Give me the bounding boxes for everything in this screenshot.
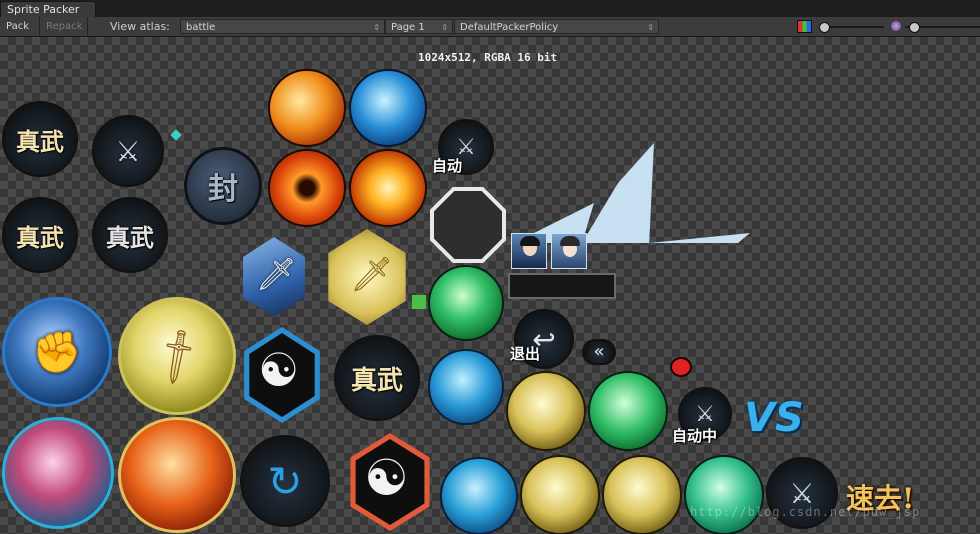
heroine-portrait-sprite — [551, 233, 587, 269]
hero-portrait-sprite — [511, 233, 547, 269]
sword-icon: 🗡 — [350, 255, 394, 295]
zhenwu-emblem-gray-sprite: 真武 — [92, 197, 168, 273]
crossed-swords-icon: ⚔ — [115, 134, 141, 168]
gold-swirl-skill-orb-sprite — [506, 371, 586, 451]
fist-icon: ✊ — [32, 329, 82, 376]
tab-bar: Sprite Packer — [0, 0, 980, 17]
mip-level-icon — [891, 21, 901, 31]
blue-fist-skill-orb-sprite — [428, 349, 504, 425]
crossed-swords-icon: ⚔ — [695, 401, 715, 427]
policy-dropdown-value: DefaultPackerPolicy — [460, 22, 559, 33]
pack-button[interactable]: Pack — [0, 17, 40, 36]
yinyang-hex-blue-sprite: ☯ — [244, 327, 320, 423]
zhenwu-emblem-sprite: 真武 — [334, 335, 420, 421]
green-small-square-sprite — [412, 295, 426, 309]
swords-refresh-sprite: ⚔ — [92, 115, 164, 187]
gold-spear-skill-orb-sprite — [520, 455, 600, 534]
small-spark-sprite — [170, 129, 182, 141]
auto-label-text: 自动 — [432, 157, 463, 175]
toolbar: Pack Repack View atlas: battle ⇕ Page 1 … — [0, 17, 980, 37]
dropdown-arrow-icon: ⇕ — [647, 23, 654, 32]
gold-dagger-skill-orb-sprite — [602, 455, 682, 534]
atlas-dropdown[interactable]: battle ⇕ — [180, 19, 385, 34]
lightning-skill-orb-sprite — [349, 69, 427, 147]
blade-skill-orb-sprite: 🗡 — [118, 297, 236, 415]
green-slash-skill-orb-sprite — [588, 371, 668, 451]
fire-skill-orb-sprite — [268, 69, 346, 147]
green-spear-skill-orb-sprite — [684, 455, 764, 534]
yinyang-hex-red-sprite: ☯ — [350, 433, 430, 531]
policy-dropdown[interactable]: DefaultPackerPolicy ⇕ — [454, 19, 659, 34]
axe-skill-orb-sprite — [118, 417, 236, 533]
page-dropdown-value: Page 1 — [391, 22, 425, 33]
mip-slider[interactable] — [905, 22, 980, 33]
repack-button[interactable]: Repack — [40, 17, 88, 36]
octagon-frame-sprite — [430, 187, 506, 263]
atlas-dropdown-value: battle — [186, 22, 216, 33]
zhenwu-emblem-sprite: 真武 — [2, 101, 78, 177]
green-wind-skill-orb-sprite — [428, 265, 504, 341]
fist-skill-orb-sprite: ✊ — [2, 297, 112, 407]
wing-blade-skill-orb-sprite — [2, 417, 114, 529]
golden-sword-hex-sprite: 🗡 — [328, 229, 406, 325]
dropdown-arrow-icon: ⇕ — [373, 23, 380, 32]
color-channel-toggle-icon[interactable] — [797, 20, 812, 33]
zhenwu-emblem-sprite: 真武 — [2, 197, 78, 273]
refresh-sprite: ↻ — [240, 435, 330, 527]
atlas-size-label: 1024x512, RGBA 16 bit — [418, 51, 558, 64]
dropdown-arrow-icon: ⇕ — [441, 23, 448, 32]
sword-icon: 🗡 — [256, 255, 297, 293]
yinyang-icon: ☯ — [364, 449, 409, 507]
view-atlas-label: View atlas: — [110, 20, 170, 33]
feng-seal-sprite: 封 — [184, 147, 262, 225]
versus-text-sprite: VS — [744, 395, 804, 441]
atlas-preview[interactable]: 1024x512, RGBA 16 bit 真武 真武 真武 ⚔ 封 ⚔ 自动 — [0, 37, 980, 534]
blue-fist-small-skill-orb-sprite — [440, 457, 518, 534]
auto-in-progress-label-text: 自动中 — [672, 427, 718, 445]
vortex-skill-orb-sprite — [268, 149, 346, 227]
ice-shard-decoration-sprite — [510, 143, 750, 243]
dagger-icon: 🗡 — [143, 323, 212, 390]
mip-slider-thumb[interactable] — [909, 22, 920, 33]
zoom-slider[interactable] — [819, 22, 884, 33]
chevron-left-icon: « — [593, 341, 605, 362]
demon-mask-icon — [670, 357, 692, 377]
watermark-text: http://blog.csdn.net/pdw_jsp — [690, 505, 921, 519]
yinyang-icon: ☯ — [258, 343, 300, 397]
exit-label-text: 退出 — [510, 345, 541, 363]
blade-burst-skill-orb-sprite — [349, 149, 427, 227]
page-dropdown[interactable]: Page 1 ⇕ — [385, 19, 453, 34]
dark-bar-sprite — [508, 273, 616, 299]
refresh-icon: ↻ — [267, 456, 303, 506]
sword-hex-sprite: 🗡 — [243, 237, 305, 317]
zoom-slider-thumb[interactable] — [819, 22, 830, 33]
tab-sprite-packer[interactable]: Sprite Packer — [0, 1, 96, 17]
chevron-back-sprite: « — [582, 339, 616, 365]
